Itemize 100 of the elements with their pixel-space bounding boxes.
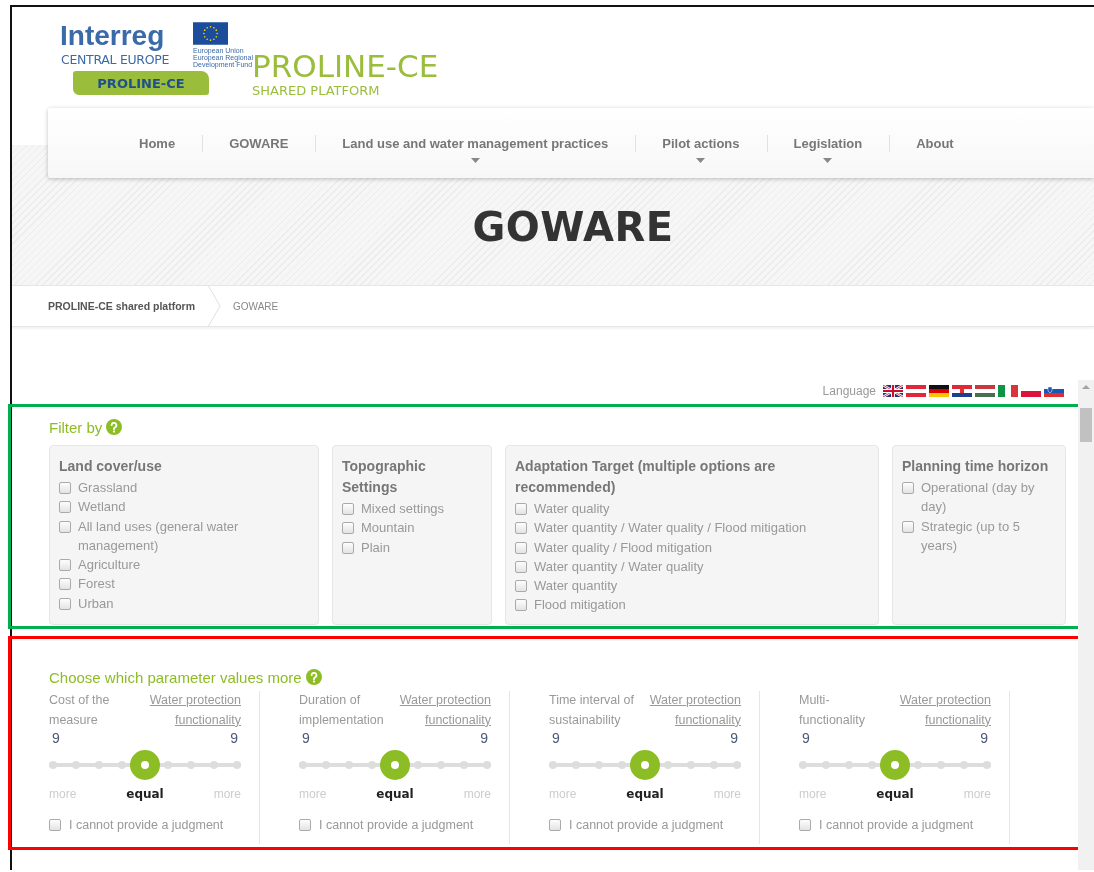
checkbox[interactable] [59,578,71,591]
slider-tick[interactable] [822,761,830,769]
parameter-link[interactable]: Water protection functionality [391,691,491,730]
flag-icon[interactable] [883,385,903,397]
help-icon[interactable] [305,669,322,685]
slider-tick[interactable] [960,761,968,769]
slider-tick[interactable] [368,761,376,769]
slider-tick[interactable] [799,761,807,769]
slider-thumb[interactable] [630,750,660,780]
checkbox[interactable] [342,541,354,554]
checkbox-label: Grassland [78,479,138,497]
slider-tick[interactable] [937,761,945,769]
slider-tick[interactable] [72,761,80,769]
scale-label: equal [626,787,664,801]
checkbox[interactable] [902,482,914,494]
checkbox-label: Wetland [78,498,126,517]
checkbox-label: Strategic (up to 5 years) [921,517,1021,555]
parameter-label: Time interval of sustainability [549,692,635,729]
slider-tick[interactable] [164,761,172,769]
scrollbar[interactable] [1078,380,1094,870]
nav-link[interactable]: Home [112,135,203,152]
slider-tick[interactable] [345,761,353,769]
parameter-link[interactable]: Water protection functionality [641,691,741,730]
value-text: 9 [230,730,238,746]
help-icon[interactable] [106,419,123,435]
checkbox[interactable] [515,599,527,612]
checkbox[interactable] [59,597,71,610]
checkbox-label: Water quantity [534,577,618,596]
checkbox[interactable] [515,541,527,554]
parameter-link[interactable]: Water protection functionality [891,691,991,730]
flag-icon[interactable] [975,385,995,397]
checkbox-label: Forest [78,575,115,594]
scrollbar-thumb[interactable] [1080,408,1092,442]
slider-tick[interactable] [322,761,330,769]
parameter-link[interactable]: Water protection functionality [141,691,241,730]
slider-thumb[interactable] [880,750,910,780]
slider-tick[interactable] [687,761,695,769]
slider-tick[interactable] [733,761,741,769]
checkbox[interactable] [59,482,71,494]
checkbox-label: I cannot provide a judgment [819,818,974,832]
scale-label: equal [376,787,414,801]
slider-tick[interactable] [414,761,422,769]
checkbox[interactable] [515,580,527,593]
slider-tick[interactable] [95,761,103,769]
breadcrumb-link[interactable]: PROLINE-CE shared platform [48,300,196,312]
scroll-up-icon[interactable] [1082,384,1090,390]
logo-subtitle: CENTRAL EUROPE [61,52,170,67]
language-label: Language [822,384,876,398]
filter-heading: Land cover/use [59,457,163,476]
checkbox[interactable] [342,503,354,515]
checkbox[interactable] [59,501,71,514]
checkbox[interactable] [799,819,811,831]
slider-tick[interactable] [437,761,445,769]
slider-tick[interactable] [483,761,491,769]
slider-thumb[interactable] [380,750,410,780]
slider-tick[interactable] [118,761,126,769]
checkbox-label: Water quantity / Water quality / Flood mitigation [534,519,807,538]
filter-heading: Adaptation Target (multiple options are recommended) [515,457,777,497]
checkbox-label: Water quantity / Water quality [534,557,704,576]
slider-tick[interactable] [549,761,557,769]
slider-tick[interactable] [299,761,307,769]
slider-tick[interactable] [49,761,57,769]
checkbox[interactable] [515,560,527,573]
checkbox[interactable] [299,819,311,831]
logo-wordmark: Interreg [60,21,165,51]
slider-tick[interactable] [618,761,626,769]
checkbox-label: Flood mitigation [534,596,626,615]
checkbox[interactable] [549,819,561,831]
checkbox[interactable] [59,520,71,533]
slider-tick[interactable] [845,761,853,769]
value-text: 9 [302,730,310,746]
checkbox[interactable] [49,819,61,831]
checkbox-label: Operational (day by day) [921,479,1036,517]
checkbox-label: I cannot provide a judgment [319,818,474,832]
checkbox[interactable] [515,522,527,535]
slider-tick[interactable] [187,761,195,769]
flag-icon[interactable] [952,385,972,397]
flag-icon[interactable] [1044,385,1064,397]
slider-tick[interactable] [710,761,718,769]
checkbox-label: All land uses (general water management) [78,517,240,555]
slider-tick[interactable] [460,761,468,769]
slider-tick[interactable] [664,761,672,769]
page-title: GOWARE [472,204,674,250]
slider-tick[interactable] [868,761,876,769]
slider-tick[interactable] [595,761,603,769]
caret-icon [696,158,706,163]
slider-tick[interactable] [572,761,580,769]
checkbox[interactable] [342,522,354,535]
slider-tick[interactable] [210,761,218,769]
value-text: 9 [730,730,738,746]
checkbox[interactable] [515,503,527,515]
value-text: 9 [980,730,988,746]
checkbox[interactable] [59,559,71,572]
slider-tick[interactable] [983,761,991,769]
slider-thumb[interactable] [130,750,160,780]
slider-tick[interactable] [914,761,922,769]
checkbox[interactable] [902,520,914,533]
flag-icon[interactable] [929,385,949,397]
section-title: Choose which parameter values more [49,668,302,686]
slider-tick[interactable] [233,761,241,769]
